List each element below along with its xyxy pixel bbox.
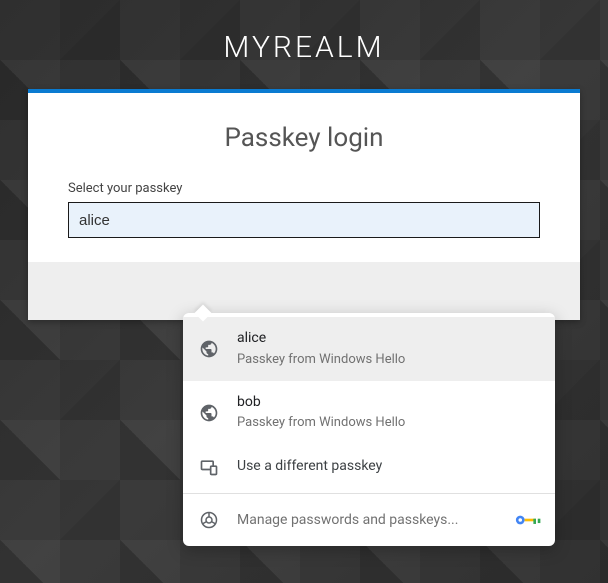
use-different-passkey[interactable]: Use a different passkey: [183, 445, 555, 489]
option-subtitle: Passkey from Windows Hello: [237, 351, 539, 369]
device-icon: [199, 457, 219, 477]
passkey-option-bob[interactable]: bob Passkey from Windows Hello: [183, 381, 555, 445]
option-title: alice: [237, 329, 539, 349]
realm-title: MYREALM: [0, 0, 608, 89]
option-subtitle: Passkey from Windows Hello: [237, 414, 539, 432]
card-footer: [28, 262, 580, 320]
different-passkey-label: Use a different passkey: [237, 457, 539, 477]
passkey-field-label: Select your passkey: [68, 181, 540, 196]
globe-icon: [199, 403, 219, 423]
card-title: Passkey login: [68, 123, 540, 153]
manage-passwords[interactable]: Manage passwords and passkeys...: [183, 498, 555, 542]
option-title: bob: [237, 393, 539, 413]
passkey-option-alice[interactable]: alice Passkey from Windows Hello: [183, 317, 555, 381]
dropdown-divider: [183, 493, 555, 494]
globe-icon: [199, 339, 219, 359]
chrome-icon: [199, 510, 219, 530]
login-card: Passkey login Select your passkey: [28, 89, 580, 320]
manage-label: Manage passwords and passkeys...: [237, 512, 515, 528]
passkey-input[interactable]: [68, 202, 540, 238]
passkey-dropdown: alice Passkey from Windows Hello bob Pas…: [183, 313, 555, 546]
key-icon: [515, 512, 539, 528]
